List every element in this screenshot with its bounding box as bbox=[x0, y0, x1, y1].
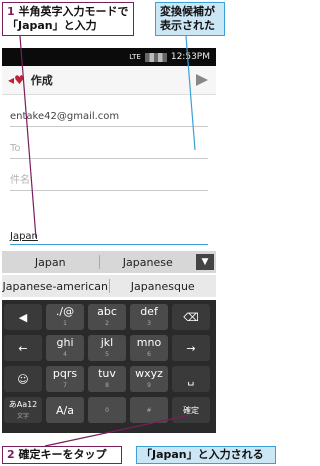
result-note: 「Japan」と入力される bbox=[136, 446, 276, 464]
backspace-key[interactable]: ⌫ bbox=[172, 304, 210, 330]
candidate-bar-1: Japan Japanese ▼ bbox=[2, 251, 216, 273]
candidate-bar-2: Japanese-american Japanesque bbox=[2, 275, 216, 297]
candidate-item[interactable]: Japanese bbox=[100, 256, 197, 269]
step1-number: 1 bbox=[7, 5, 15, 18]
signal-icon bbox=[144, 52, 167, 62]
candidates-note: 変換候補が 表示された bbox=[155, 2, 225, 36]
to-field[interactable]: To bbox=[10, 127, 208, 159]
step1-callout: 1 半角英字入力モードで 「Japan」と入力 bbox=[2, 2, 134, 36]
key-4[interactable]: ghi 4 bbox=[46, 335, 84, 361]
key-9[interactable]: wxyz 9 bbox=[130, 366, 168, 392]
key-1[interactable]: ./@ 1 bbox=[46, 304, 84, 330]
key-8[interactable]: tuv 8 bbox=[88, 366, 126, 392]
chevron-down-icon[interactable]: ▼ bbox=[196, 254, 214, 270]
arrow-left-key[interactable]: ← bbox=[4, 335, 42, 361]
arrow-right-key[interactable]: → bbox=[172, 335, 210, 361]
page-title: 作成 bbox=[30, 74, 53, 87]
gmail-back-icon[interactable]: ◂♥ bbox=[8, 73, 25, 87]
key-5[interactable]: jkl 5 bbox=[88, 335, 126, 361]
key-3[interactable]: def 3 bbox=[130, 304, 168, 330]
from-field[interactable]: entake42@gmail.com bbox=[10, 95, 208, 127]
subject-field[interactable]: 件名 bbox=[10, 159, 208, 191]
candidates-note-line2: 表示された bbox=[160, 19, 215, 32]
send-icon[interactable] bbox=[196, 74, 208, 86]
candidate-item[interactable]: Japan bbox=[2, 256, 99, 269]
compose-text: Japan bbox=[10, 231, 38, 242]
case-key[interactable]: A/a bbox=[46, 397, 84, 423]
candidate-item[interactable]: Japanesque bbox=[110, 280, 217, 293]
lte-indicator: LTE bbox=[129, 53, 141, 61]
step2-text: 確定キーをタップ bbox=[18, 448, 107, 461]
compose-body[interactable]: Japan bbox=[10, 223, 208, 245]
key-6[interactable]: mno 6 bbox=[130, 335, 168, 361]
mode-key[interactable]: あAa12 文字 bbox=[4, 397, 42, 423]
keyboard: ◀ ./@ 1 abc 2 def 3 ⌫ ← ghi 4 jkl 5 mno 6 → ☺ … bbox=[2, 300, 216, 433]
key-2[interactable]: abc 2 bbox=[88, 304, 126, 330]
candidate-item[interactable]: Japanese-american bbox=[2, 280, 109, 293]
emoji-key[interactable]: ☺ bbox=[4, 366, 42, 392]
status-bar: LTE 12:53PM bbox=[2, 48, 216, 66]
key-hash[interactable]: # bbox=[130, 397, 168, 423]
step1-line1: 半角英字入力モードで bbox=[18, 5, 129, 18]
result-note-text: 「Japan」と入力される bbox=[141, 448, 264, 461]
phone-screen: LTE 12:53PM ◂♥ 作成 entake42@gmail.com To … bbox=[2, 48, 216, 433]
step2-callout: 2 確定キーをタップ bbox=[2, 446, 122, 464]
space-key[interactable]: ␣ bbox=[172, 366, 210, 392]
key-7[interactable]: pqrs 7 bbox=[46, 366, 84, 392]
action-bar: ◂♥ 作成 bbox=[2, 66, 216, 95]
cursor-left-key[interactable]: ◀ bbox=[4, 304, 42, 330]
step1-line2: 「Japan」と入力 bbox=[7, 19, 97, 32]
key-0[interactable]: 0 bbox=[88, 397, 126, 423]
candidates-note-line1: 変換候補が bbox=[160, 5, 215, 18]
step2-number: 2 bbox=[7, 448, 15, 461]
clock: 12:53PM bbox=[170, 52, 210, 62]
enter-key[interactable]: 確定 bbox=[172, 397, 210, 423]
